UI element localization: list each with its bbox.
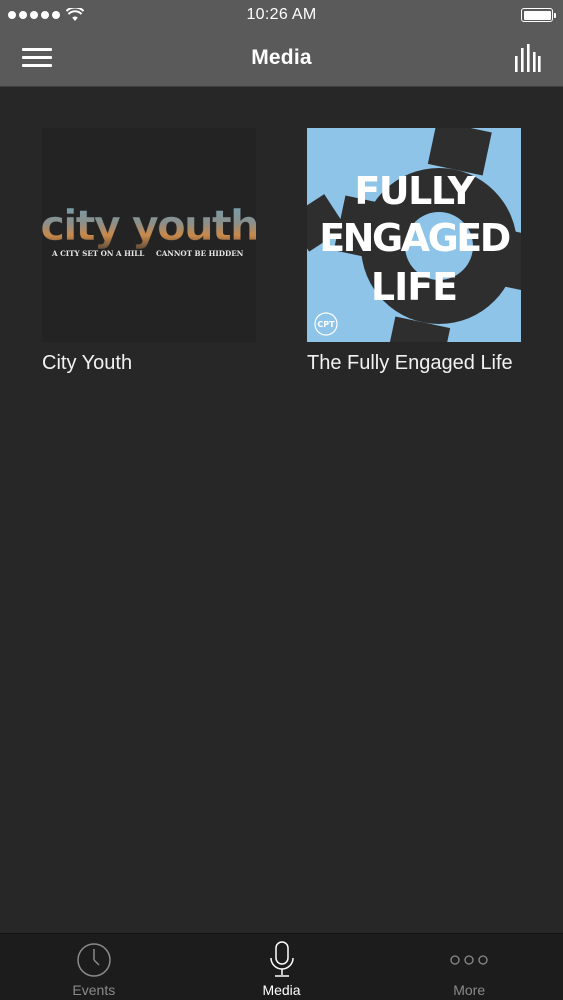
hamburger-menu-icon[interactable]	[22, 48, 52, 68]
cellular-signal-icon	[8, 11, 60, 19]
tab-events[interactable]: Events	[0, 934, 188, 1000]
city-youth-tagline-right: CANNOT BE HIDDEN	[156, 249, 244, 258]
tab-label: More	[453, 982, 486, 998]
status-time: 10:26 AM	[246, 6, 317, 23]
media-item-city-youth[interactable]: city youth A CITY SET ON A HILL CANNOT B…	[42, 128, 256, 375]
fully-engaged-life-artwork: FULLY ENGAGED LIFE CPT	[307, 128, 521, 342]
media-grid: city youth A CITY SET ON A HILL CANNOT B…	[0, 88, 563, 933]
status-bar: 10:26 AM	[0, 0, 563, 30]
tab-label: Events	[72, 982, 116, 998]
city-youth-tagline-left: A CITY SET ON A HILL	[51, 249, 144, 258]
media-item-fully-engaged-life[interactable]: FULLY ENGAGED LIFE CPT The Fully Engaged…	[307, 128, 521, 375]
tab-bar: Events Media More	[0, 933, 563, 1000]
media-item-title: The Fully Engaged Life	[307, 352, 513, 374]
fel-artwork-line-2: ENGAGED	[319, 216, 510, 260]
city-youth-artwork: city youth A CITY SET ON A HILL CANNOT B…	[42, 128, 256, 342]
fel-artwork-line-1: FULLY	[354, 169, 475, 213]
more-dots-icon	[450, 938, 488, 982]
nav-bar: Media	[0, 30, 563, 87]
battery-icon	[521, 8, 556, 22]
tab-more[interactable]: More	[375, 934, 563, 1000]
fel-artwork-line-3: LIFE	[371, 265, 457, 309]
microphone-icon	[268, 938, 296, 982]
clock-icon	[76, 938, 112, 982]
cpt-badge-text: CPT	[317, 320, 335, 329]
media-item-title: City Youth	[42, 352, 133, 374]
page-title: Media	[251, 46, 312, 69]
status-left	[8, 8, 84, 22]
wifi-icon	[66, 8, 84, 21]
bar-chart-icon[interactable]	[513, 42, 541, 74]
tab-media[interactable]: Media	[188, 934, 376, 1000]
tab-label: Media	[262, 982, 301, 998]
city-youth-logo-text: city youth	[42, 201, 256, 250]
